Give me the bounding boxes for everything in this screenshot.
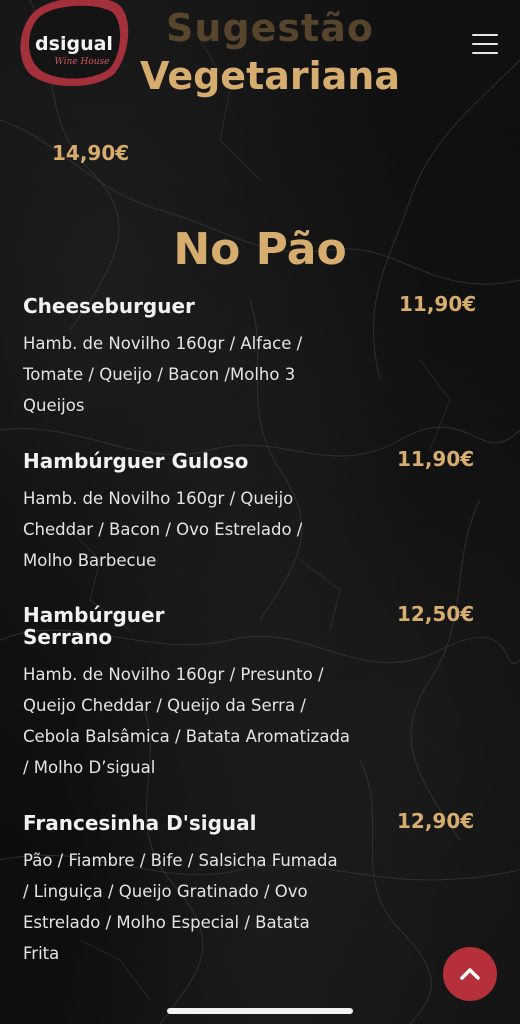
desc-line: Cebola Balsâmica / Batata Aromatizada bbox=[23, 727, 351, 746]
desc-line: Hamb. de Novilho 160gr / Alface / bbox=[23, 334, 303, 353]
scroll-to-top-button[interactable] bbox=[443, 947, 497, 1001]
menu-item-price: 12,50€ bbox=[397, 602, 475, 626]
menu-item-description: Hamb. de Novilho 160gr / Alface / Tomate… bbox=[23, 328, 353, 421]
menu-item-name-line: Serrano bbox=[23, 625, 113, 649]
menu-item-description: Hamb. de Novilho 160gr / Queijo Cheddar … bbox=[23, 483, 353, 576]
section-title-line2: Vegetariana bbox=[140, 54, 400, 98]
desc-line: Queijo Cheddar / Queijo da Serra / bbox=[23, 696, 306, 715]
menu-item-description: Hamb. de Novilho 160gr / Presunto / Quei… bbox=[23, 659, 363, 783]
desc-line: / Molho D’sigual bbox=[23, 758, 156, 777]
menu-bar bbox=[472, 34, 498, 36]
desc-line: Cheddar / Bacon / Ovo Estrelado / bbox=[23, 520, 303, 539]
menu-item-name: Cheeseburguer bbox=[23, 294, 195, 318]
section-title-no-pao: No Pão bbox=[173, 224, 347, 275]
menu-item-name: Francesinha D'sigual bbox=[23, 811, 257, 835]
vegetarian-price: 14,90€ bbox=[52, 141, 130, 165]
menu-item-name: Hambúrguer Guloso bbox=[23, 449, 249, 473]
desc-line: / Linguiça / Queijo Gratinado / Ovo bbox=[23, 882, 308, 901]
section-title-line1: Sugestão bbox=[166, 6, 374, 50]
menu-item-name-line: Hambúrguer bbox=[23, 603, 165, 627]
brand-logo[interactable]: dsigual Wine House bbox=[18, 0, 130, 90]
desc-line: Estrelado / Molho Especial / Batata bbox=[23, 913, 310, 932]
svg-text:Wine House: Wine House bbox=[55, 57, 110, 67]
home-indicator bbox=[167, 1008, 353, 1014]
menu-item-price: 11,90€ bbox=[397, 447, 475, 471]
chevron-up-icon bbox=[460, 968, 480, 980]
desc-line: Queijos bbox=[23, 396, 85, 415]
svg-text:dsigual: dsigual bbox=[35, 33, 113, 55]
menu-item-price: 12,90€ bbox=[397, 809, 475, 833]
hamburger-menu-icon[interactable] bbox=[472, 34, 498, 54]
menu-bar bbox=[472, 52, 498, 54]
desc-line: Hamb. de Novilho 160gr / Presunto / bbox=[23, 665, 324, 684]
menu-item-description: Pão / Fiambre / Bife / Salsicha Fumada /… bbox=[23, 845, 363, 969]
desc-line: Pão / Fiambre / Bife / Salsicha Fumada bbox=[23, 851, 338, 870]
desc-line: Molho Barbecue bbox=[23, 551, 157, 570]
menu-item-name: Hambúrguer Serrano bbox=[23, 604, 164, 648]
menu-bar bbox=[472, 43, 498, 45]
desc-line: Frita bbox=[23, 944, 60, 963]
desc-line: Hamb. de Novilho 160gr / Queijo bbox=[23, 489, 294, 508]
menu-item-price: 11,90€ bbox=[399, 292, 477, 316]
desc-line: Tomate / Queijo / Bacon /Molho 3 bbox=[23, 365, 296, 384]
